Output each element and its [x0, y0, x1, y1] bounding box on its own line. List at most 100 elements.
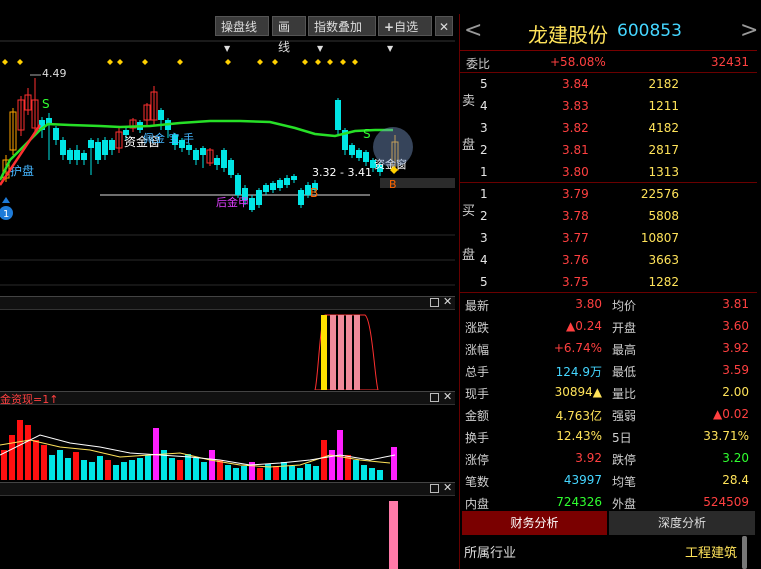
analysis-tabs: 财务分析 深度分析	[460, 511, 757, 535]
candle	[363, 150, 369, 166]
signal-diamond	[142, 59, 148, 65]
volume-bar	[25, 425, 31, 480]
buy-row[interactable]: 5 3.75 1282	[460, 271, 757, 293]
buy-row[interactable]: 4 3.76 3663	[460, 249, 757, 271]
next-stock-icon[interactable]: >	[740, 18, 758, 43]
stat-value: ▲0.24	[566, 319, 602, 333]
candle	[228, 158, 234, 178]
stat-label: 涨停	[465, 453, 490, 467]
volume-bar	[257, 468, 263, 480]
industry-value[interactable]: 工程建筑	[685, 542, 737, 561]
stat-value: 3.92	[722, 341, 749, 355]
stat-label: 最新	[465, 299, 490, 313]
signal-diamond	[2, 59, 8, 65]
candle	[356, 148, 362, 161]
close-icon[interactable]: ✕	[443, 481, 452, 494]
volume-bar	[217, 460, 223, 480]
stat-label: 笔数	[465, 475, 490, 489]
candle	[291, 174, 297, 183]
buy-price: 3.78	[562, 209, 589, 223]
close-icon: ✕	[439, 20, 450, 34]
stat-label: 涨跌	[465, 321, 490, 335]
buy-row[interactable]: 1 3.79 22576	[460, 183, 757, 205]
stat-label: 金额	[465, 409, 490, 423]
stat-label: 跌停	[612, 453, 637, 467]
maximize-icon[interactable]	[430, 484, 439, 493]
sell-volume: 2817	[648, 143, 679, 157]
volume-bar	[225, 465, 231, 480]
scrollbar[interactable]	[742, 536, 747, 569]
buy-volume: 1282	[648, 275, 679, 289]
signal-bar	[354, 315, 360, 390]
sell-side-label: 盘	[462, 138, 476, 153]
volume-bar	[361, 465, 367, 480]
buy-price: 3.77	[562, 231, 589, 245]
prev-stock-icon[interactable]: <	[464, 18, 482, 43]
draw-line-label: 画线	[278, 20, 291, 54]
operate-line-button[interactable]: 操盘线 ▼	[215, 16, 269, 53]
stock-title-bar: < 龙建股份 600853 >	[460, 14, 758, 51]
signal-panel[interactable]	[0, 310, 455, 390]
buy-volume: 22576	[640, 187, 679, 201]
close-chart-button[interactable]: ✕	[435, 16, 453, 36]
stat-row: 笔数 43997 均笔 28.4	[460, 469, 757, 491]
chevron-down-icon: ▼	[317, 44, 324, 53]
volume-bar	[121, 462, 127, 480]
weibi-row: 委比 +58.08% 32431	[460, 51, 757, 73]
sell-row[interactable]: 5 3.84 2182	[460, 73, 757, 95]
candle	[17, 96, 25, 136]
tab-financial-analysis[interactable]: 财务分析	[462, 511, 607, 535]
indicator-panel[interactable]	[0, 496, 455, 569]
candle	[81, 150, 87, 165]
signal-diamond	[177, 59, 183, 65]
candle	[88, 138, 94, 175]
volume-bar	[113, 465, 119, 480]
stat-label: 均价	[612, 299, 637, 313]
volume-bar	[281, 462, 287, 480]
close-icon[interactable]: ✕	[443, 390, 452, 403]
tab-deep-analysis[interactable]: 深度分析	[609, 511, 755, 535]
stat-value: 28.4	[722, 473, 749, 487]
volume-bar	[17, 420, 23, 480]
candle	[150, 86, 158, 125]
sell-row[interactable]: 4 3.83 1211	[460, 95, 757, 117]
buy-price: 3.79	[562, 187, 589, 201]
sell-signal-s2: S	[363, 127, 371, 141]
candle	[74, 145, 80, 165]
stat-value: 724326	[556, 495, 602, 509]
signal-diamond	[225, 59, 231, 65]
stat-label: 量比	[612, 387, 637, 401]
sell-price: 3.80	[562, 165, 589, 179]
draw-line-button[interactable]: 画线	[272, 16, 306, 54]
buy-side-label: 盘	[462, 248, 476, 263]
volume-bar	[9, 435, 15, 480]
chevron-down-icon: ▼	[387, 44, 394, 53]
panel4-header: ✕	[0, 481, 455, 496]
stat-row: 涨跌 ▲0.24 开盘 3.60	[460, 315, 757, 337]
maximize-icon[interactable]	[430, 393, 439, 402]
volume-bar	[305, 464, 311, 480]
maximize-icon[interactable]	[430, 298, 439, 307]
close-icon[interactable]: ✕	[443, 295, 452, 308]
stat-row: 换手 12.43% 5日 33.71%	[460, 425, 757, 447]
candle	[298, 188, 304, 208]
sell-row[interactable]: 3 3.82 4182	[460, 117, 757, 139]
buy-row[interactable]: 3 3.77 10807	[460, 227, 757, 249]
index-overlay-button[interactable]: 指数叠加 ▼	[308, 16, 376, 53]
panel3-header: 金资现=1↑ ✕	[0, 390, 455, 406]
stat-value: 2.00	[722, 385, 749, 399]
sell-signal-s: S	[42, 97, 50, 111]
watchlist-button[interactable]: +自选 ▼	[378, 16, 432, 53]
buy-price: 3.76	[562, 253, 589, 267]
signal-diamond	[315, 59, 321, 65]
sell-row[interactable]: 2 3.81 2817	[460, 139, 757, 161]
buy-row[interactable]: 2 3.78 5808	[460, 205, 757, 227]
stat-label: 内盘	[465, 497, 490, 511]
signal-diamond	[257, 59, 263, 65]
sell-row[interactable]: 1 3.80 1313	[460, 161, 757, 183]
volume-bar	[241, 466, 247, 480]
volume-bar	[81, 460, 87, 480]
volume-panel[interactable]	[0, 405, 455, 480]
signal-diamond	[17, 59, 23, 65]
sell-level: 3	[480, 121, 488, 135]
